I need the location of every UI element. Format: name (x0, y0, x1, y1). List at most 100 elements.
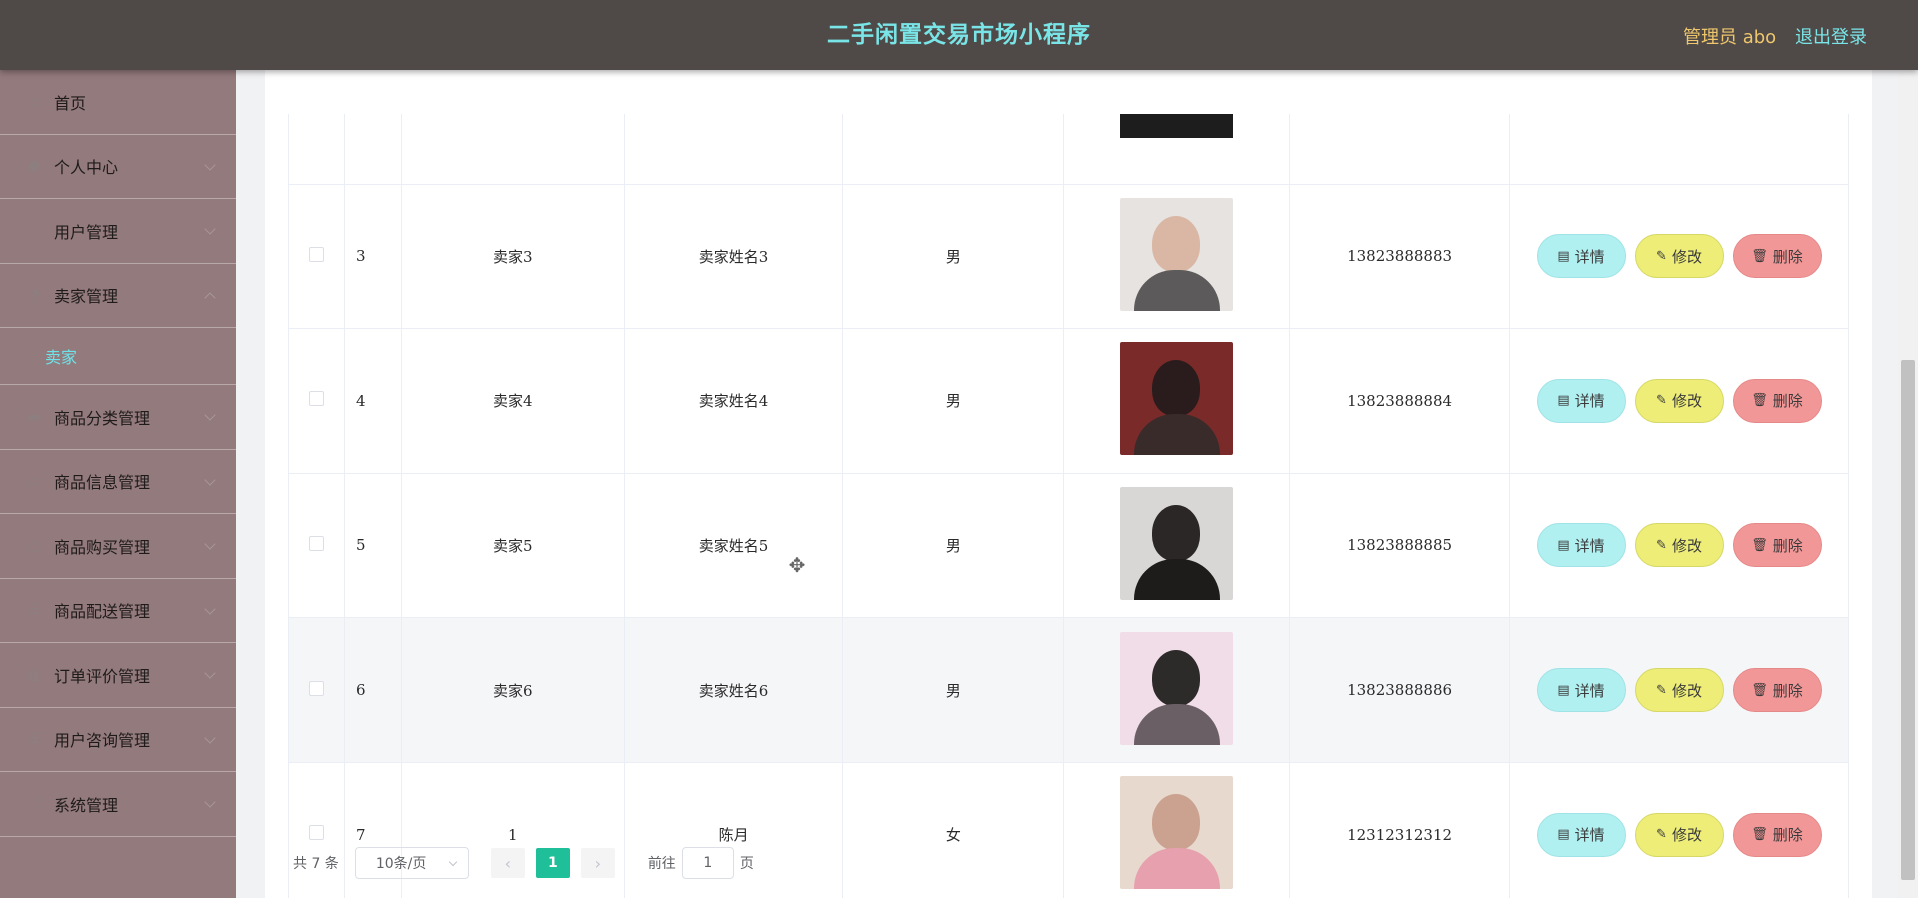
row-checkbox[interactable] (308, 391, 324, 407)
delete-button[interactable]: 🗑 删除 (1732, 234, 1822, 279)
sidebar-subitem-seller[interactable]: 卖家 (0, 328, 236, 385)
edit-button[interactable]: ✎ 修改 (1634, 523, 1724, 568)
seller-avatar[interactable] (1120, 486, 1234, 600)
edit-button[interactable]: ✎ 修改 (1634, 812, 1724, 857)
sidebar-item-label: 卖家管理 (54, 287, 119, 307)
app-title: 二手闲置交易市场小程序 (827, 22, 1091, 48)
seller-account: 卖家3 (400, 183, 625, 330)
seller-phone: 13823888884 (1289, 328, 1510, 474)
pencil-icon: ✎ (1656, 682, 1667, 698)
chevron-down-icon (204, 409, 216, 421)
seller-account: 卖家6 (400, 617, 625, 763)
goto-page-input[interactable] (681, 847, 734, 879)
document-icon: ▤ (1557, 827, 1570, 843)
seller-phone: 12312312312 (1289, 761, 1510, 898)
sidebar-item-purchase[interactable]: ▢ 商品购买管理 (0, 514, 236, 579)
seller-sex: 男 (842, 328, 1065, 474)
category-icon: ▬ (27, 408, 41, 425)
sidebar-item-sellers[interactable]: ◔ 卖家管理 (0, 264, 236, 328)
page-size-select[interactable]: 10条/页 (354, 847, 469, 879)
row-checkbox[interactable] (308, 246, 324, 262)
seller-avatar (1120, 114, 1234, 138)
table-row: 5 卖家5 卖家姓名5 男 13823888885 ▤ 详情 ✎ 修改 🗑 删除 (288, 472, 1849, 619)
seller-avatar[interactable] (1120, 342, 1234, 456)
delete-button[interactable]: 🗑 删除 (1732, 812, 1822, 857)
logout-link[interactable]: 退出登录 (1795, 23, 1867, 49)
chevron-down-icon (204, 667, 216, 679)
top-header: 二手闲置交易市场小程序 管理员 abo 退出登录 (0, 0, 1918, 70)
scrollbar-thumb[interactable] (1901, 360, 1915, 880)
review-icon: ▤ (27, 666, 41, 683)
chevron-down-icon (204, 602, 216, 615)
sidebar-item-delivery[interactable]: ☰ 商品配送管理 (0, 579, 236, 643)
page-number-current[interactable]: 1 (535, 848, 570, 878)
sidebar-item-home[interactable]: ⌂ 首页 (0, 70, 236, 135)
delivery-icon: ☰ (27, 602, 41, 619)
table-row (288, 114, 1849, 185)
sidebar-item-label: 商品分类管理 (54, 408, 151, 428)
delete-button[interactable]: 🗑 删除 (1732, 378, 1822, 423)
delete-button[interactable]: 🗑 删除 (1732, 668, 1822, 713)
seller-avatar[interactable] (1120, 776, 1234, 890)
detail-button[interactable]: ▤ 详情 (1536, 668, 1626, 713)
seller-avatar[interactable] (1120, 197, 1234, 311)
seller-name: 卖家姓名3 (623, 183, 844, 330)
seller-sex: 男 (842, 472, 1065, 619)
detail-button[interactable]: ▤ 详情 (1536, 523, 1626, 568)
sidebar: ⌂ 首页 ● 个人中心 ◌ 用户管理 ◔ 卖家管理 卖家 ▬ 商品分类管理 ▭ … (0, 70, 236, 898)
sidebar-item-system[interactable]: ⛶ 系统管理 (0, 772, 236, 837)
trash-icon: 🗑 (1751, 537, 1768, 553)
row-checkbox[interactable] (308, 825, 324, 841)
purchase-icon: ▢ (27, 537, 41, 554)
sidebar-item-label: 用户管理 (54, 222, 119, 242)
document-icon: ▤ (1557, 682, 1570, 698)
chevron-down-icon (204, 796, 216, 808)
seller-sex: 女 (842, 761, 1065, 898)
edit-button[interactable]: ✎ 修改 (1634, 378, 1724, 423)
detail-button[interactable]: ▤ 详情 (1536, 378, 1626, 423)
seller-phone: 13823888886 (1289, 617, 1510, 763)
chevron-down-icon (204, 158, 216, 171)
prev-page-button[interactable]: ‹ (490, 848, 525, 878)
table-row: 3 卖家3 卖家姓名3 男 13823888883 ▤ 详情 ✎ 修改 🗑 删除 (288, 183, 1849, 330)
admin-user-label: 管理员 abo (1683, 27, 1777, 48)
sidebar-item-label: 用户咨询管理 (54, 731, 151, 751)
move-cursor-icon: ✥ (788, 553, 806, 577)
seller-avatar[interactable] (1120, 631, 1234, 745)
seller-name: 卖家姓名6 (623, 617, 844, 763)
detail-button[interactable]: ▤ 详情 (1536, 234, 1626, 279)
chevron-down-icon (204, 731, 216, 744)
edit-button[interactable]: ✎ 修改 (1634, 668, 1724, 713)
detail-button[interactable]: ▤ 详情 (1536, 812, 1626, 857)
chevron-down-icon (204, 538, 216, 550)
row-checkbox[interactable] (308, 680, 324, 696)
row-index: 5 (343, 472, 402, 619)
sidebar-item-category[interactable]: ▬ 商品分类管理 (0, 385, 236, 450)
pencil-icon: ✎ (1656, 537, 1667, 553)
consult-icon: ☰ (27, 731, 41, 748)
row-checkbox[interactable] (308, 535, 324, 551)
seller-name: 卖家姓名4 (623, 328, 844, 474)
edit-button[interactable]: ✎ 修改 (1634, 234, 1724, 279)
sidebar-item-label: 商品配送管理 (54, 602, 151, 622)
pencil-icon: ✎ (1656, 393, 1667, 409)
row-index: 3 (343, 183, 402, 330)
sidebar-item-consult[interactable]: ☰ 用户咨询管理 (0, 708, 236, 772)
seller-account: 卖家5 (400, 472, 625, 619)
row-index: 6 (343, 617, 402, 763)
trash-icon: 🗑 (1751, 393, 1768, 409)
sidebar-item-profile[interactable]: ● 个人中心 (0, 135, 236, 199)
sidebar-item-users[interactable]: ◌ 用户管理 (0, 199, 236, 264)
trash-icon: 🗑 (1751, 682, 1768, 698)
document-icon: ▤ (1557, 393, 1570, 409)
sidebar-item-review[interactable]: ▤ 订单评价管理 (0, 643, 236, 708)
total-count: 共 7 条 (293, 856, 339, 872)
seller-account: 卖家4 (400, 328, 625, 474)
seller-sex: 男 (842, 617, 1065, 763)
sidebar-item-goods[interactable]: ▭ 商品信息管理 (0, 450, 236, 514)
system-icon: ⛶ (29, 795, 39, 812)
seller-phone: 13823888885 (1289, 472, 1510, 619)
chevron-up-icon (204, 291, 216, 304)
next-page-button[interactable]: › (580, 848, 615, 878)
delete-button[interactable]: 🗑 删除 (1732, 523, 1822, 568)
